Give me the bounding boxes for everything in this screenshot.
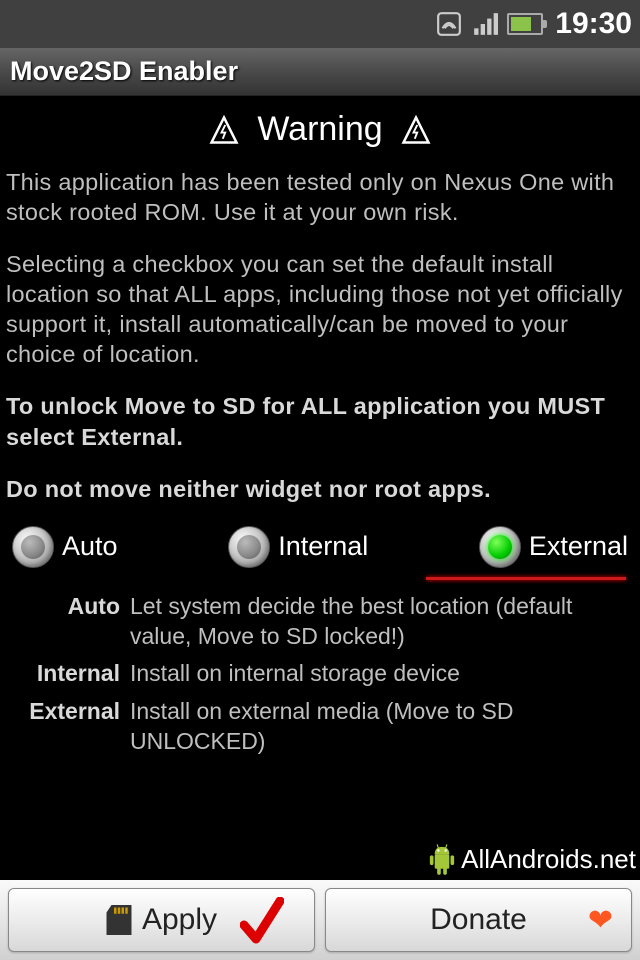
- descriptions: Auto Let system decide the best location…: [6, 592, 634, 757]
- apply-button[interactable]: Apply: [8, 888, 315, 952]
- sdcard-icon: [106, 905, 132, 935]
- radio-auto-label: Auto: [62, 531, 118, 562]
- desc-external-label: External: [6, 697, 130, 757]
- button-bar: Apply Donate ❤: [0, 880, 640, 960]
- desc-internal-label: Internal: [6, 659, 130, 689]
- donate-button[interactable]: Donate ❤: [325, 888, 632, 952]
- desc-auto-text: Let system decide the best location (def…: [130, 592, 634, 652]
- heart-icon: ❤: [588, 903, 613, 938]
- signal-icon: [471, 10, 499, 38]
- status-bar: 19:30: [0, 0, 640, 48]
- content-area: Warning This application has been tested…: [0, 96, 640, 757]
- apply-label: Apply: [142, 903, 217, 937]
- radio-button-icon: [228, 526, 270, 568]
- warning-p3: To unlock Move to SD for ALL application…: [6, 391, 634, 451]
- desc-row-auto: Auto Let system decide the best location…: [6, 592, 634, 652]
- lightning-icon: [209, 115, 239, 145]
- radio-group: Auto Internal External: [6, 518, 634, 580]
- warning-header: Warning: [6, 110, 634, 149]
- selection-underline: [426, 577, 626, 580]
- radio-external[interactable]: External: [479, 526, 628, 568]
- title-bar: Move2SD Enabler: [0, 48, 640, 96]
- warning-p4: Do not move neither widget nor root apps…: [6, 474, 634, 504]
- app-title: Move2SD Enabler: [10, 56, 238, 87]
- watermark: AllAndroids.net: [427, 842, 636, 876]
- radio-external-label: External: [529, 531, 628, 562]
- checkmark-icon: [240, 897, 284, 947]
- clock: 19:30: [555, 7, 632, 41]
- desc-internal-text: Install on internal storage device: [130, 659, 634, 689]
- warning-p1: This application has been tested only on…: [6, 167, 634, 227]
- radio-internal-label: Internal: [278, 531, 368, 562]
- watermark-text: AllAndroids.net: [461, 844, 636, 875]
- desc-external-text: Install on external media (Move to SD UN…: [130, 697, 634, 757]
- warning-p2: Selecting a checkbox you can set the def…: [6, 249, 634, 369]
- battery-icon: [507, 13, 543, 35]
- desc-row-internal: Internal Install on internal storage dev…: [6, 659, 634, 689]
- android-icon: [427, 842, 457, 876]
- radio-auto[interactable]: Auto: [12, 526, 118, 568]
- donate-label: Donate: [430, 903, 527, 937]
- radio-button-icon: [12, 526, 54, 568]
- lightning-icon: [401, 115, 431, 145]
- radio-internal[interactable]: Internal: [228, 526, 368, 568]
- wifi-icon: [435, 10, 463, 38]
- radio-button-icon: [479, 526, 521, 568]
- desc-auto-label: Auto: [6, 592, 130, 652]
- warning-heading: Warning: [257, 110, 382, 149]
- desc-row-external: External Install on external media (Move…: [6, 697, 634, 757]
